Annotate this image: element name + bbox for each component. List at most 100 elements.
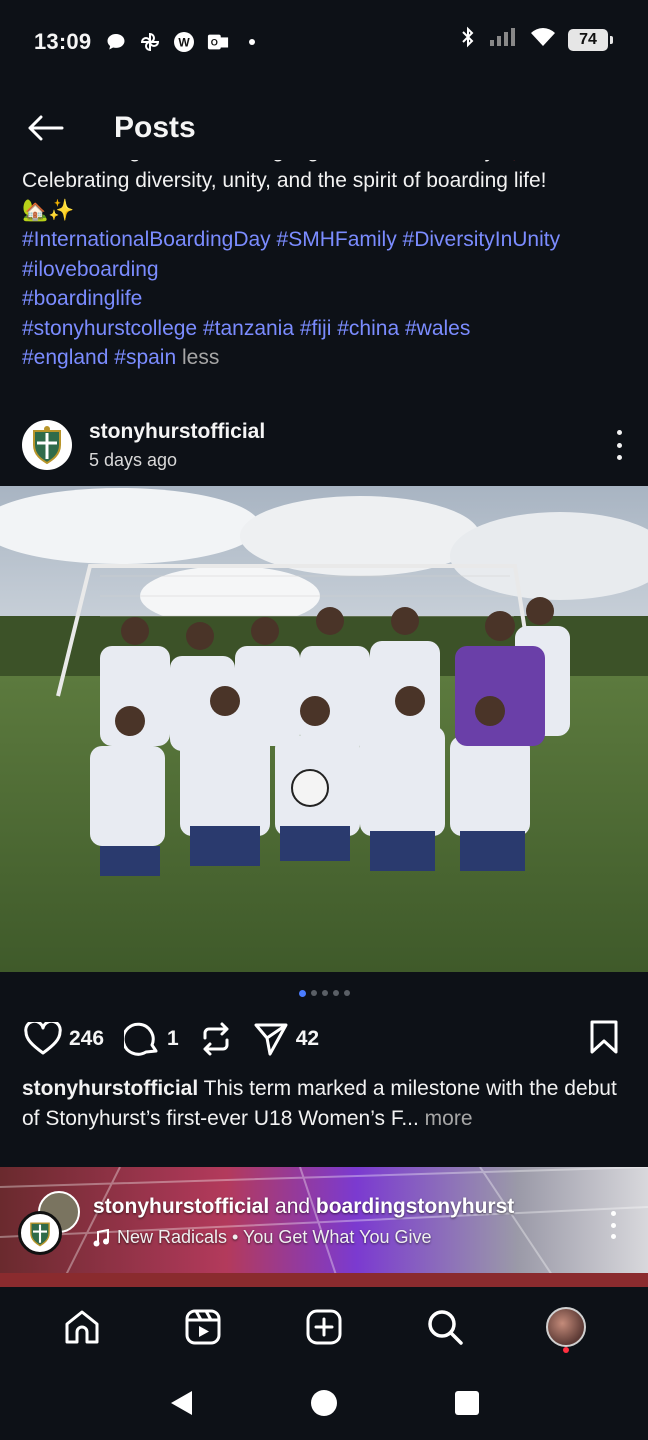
hashtag-link[interactable]: #SMHFamily (277, 228, 397, 251)
post-header: stonyhurstofficial 5 days ago (0, 412, 648, 478)
hashtag-link[interactable]: #iloveboarding (22, 258, 159, 281)
next-post-preview[interactable]: stonyhurstofficial and boardingstonyhurs… (0, 1167, 648, 1287)
top-app-bar: Posts (0, 96, 648, 160)
bluetooth-icon (460, 26, 476, 53)
hashtag-link[interactable]: #england (22, 346, 108, 369)
nav-create[interactable] (292, 1295, 356, 1359)
more-button[interactable]: more (419, 1107, 473, 1130)
system-home-button[interactable] (294, 1373, 354, 1433)
like-button[interactable]: 246 (24, 1022, 104, 1056)
dot (610, 1211, 616, 1216)
hashtag-link[interactable]: #fiji (300, 317, 332, 340)
caption-username[interactable]: stonyhurstofficial (22, 1077, 198, 1100)
bottom-navigation (0, 1288, 648, 1366)
comment-icon (124, 1022, 158, 1056)
bookmark-icon (590, 1020, 618, 1054)
home-icon (65, 1310, 99, 1344)
post-username[interactable]: stonyhurstofficial (89, 420, 265, 444)
previous-post-caption: Different flags, different languages, on… (22, 152, 622, 392)
arrow-left-icon (28, 115, 64, 141)
chat-bubble-icon (105, 31, 127, 53)
avatar[interactable] (18, 1211, 62, 1255)
send-icon (254, 1023, 288, 1056)
page-title: Posts (114, 111, 196, 144)
like-count: 246 (69, 1027, 105, 1050)
circle-home-icon (310, 1390, 337, 1416)
dot-icon (241, 31, 263, 53)
hashtag-link[interactable]: #DiversityInUnity (403, 228, 561, 251)
post-photo[interactable] (0, 486, 648, 972)
hashtag-link[interactable]: #wales (405, 317, 470, 340)
w-app-icon: W (173, 31, 195, 53)
hashtag-link[interactable]: #InternationalBoardingDay (22, 228, 271, 251)
song-title: New Radicals • You Get What You Give (117, 1227, 432, 1247)
signal-icon (488, 26, 518, 53)
audio-label[interactable]: New Radicals • You Get What You Give (93, 1227, 431, 1248)
caption-emoji: 🏡✨ (22, 198, 75, 222)
less-button[interactable]: less (182, 346, 219, 369)
next-post-users: stonyhurstofficial and boardingstonyhurs… (93, 1195, 515, 1218)
hashtag-link[interactable]: #tanzania (203, 317, 294, 340)
notification-dot (562, 1347, 569, 1353)
nav-reels[interactable] (171, 1295, 235, 1359)
nav-home[interactable] (50, 1295, 114, 1359)
share-count: 42 (295, 1027, 320, 1050)
post-meta: stonyhurstofficial 5 days ago (89, 420, 265, 471)
hashtag-link[interactable]: #boardinglife (22, 287, 142, 310)
system-navigation-bar (0, 1366, 648, 1440)
back-button[interactable] (0, 96, 90, 160)
battery-icon: 74 (568, 28, 613, 51)
carousel-dot-active (298, 990, 306, 997)
carousel-dot (321, 990, 328, 996)
team-photo-image (0, 486, 648, 972)
dot (616, 455, 622, 460)
system-back-button[interactable] (151, 1373, 211, 1433)
hashtag-link[interactable]: #china (337, 317, 399, 340)
heart-icon (24, 1022, 62, 1055)
svg-text:W: W (179, 36, 191, 50)
carousel-dot (310, 990, 317, 996)
reels-icon (185, 1309, 221, 1345)
wifi-icon (530, 26, 556, 53)
nav-profile[interactable] (534, 1295, 598, 1359)
collab-username[interactable]: stonyhurstofficial (93, 1195, 269, 1218)
status-notification-icons: W O (105, 31, 263, 53)
triangle-back-icon (171, 1391, 193, 1415)
comment-count: 1 (167, 1027, 179, 1050)
post-caption: stonyhurstofficial This term marked a mi… (22, 1074, 626, 1133)
collab-username[interactable]: boardingstonyhurst (316, 1195, 514, 1218)
school-crest-icon (33, 426, 61, 465)
more-options-button[interactable] (612, 430, 626, 460)
pinwheel-icon (139, 31, 161, 53)
profile-avatar (545, 1307, 586, 1347)
svg-text:O: O (211, 38, 218, 48)
next-post-header: stonyhurstofficial and boardingstonyhurs… (0, 1181, 648, 1255)
school-crest-icon (30, 1222, 50, 1247)
carousel-indicator (0, 990, 648, 997)
outlook-icon: O (207, 31, 229, 53)
dot (610, 1222, 616, 1228)
save-button[interactable] (588, 1019, 620, 1060)
dot (616, 430, 622, 435)
repost-button[interactable] (199, 1021, 233, 1057)
repost-icon (203, 1022, 229, 1056)
carousel-dot (332, 990, 339, 996)
search-icon (428, 1310, 463, 1345)
caption-text: Celebrating diversity, unity, and the sp… (22, 169, 547, 192)
more-options-button[interactable] (608, 1211, 618, 1239)
status-time: 13:09 (34, 29, 92, 54)
create-icon (306, 1309, 342, 1345)
post-timestamp: 5 days ago (89, 449, 178, 470)
hashtag-link[interactable]: #spain (114, 346, 176, 369)
hashtag-link[interactable]: #stonyhurstcollege (22, 317, 197, 340)
system-recents-button[interactable] (437, 1373, 497, 1433)
nav-search[interactable] (413, 1295, 477, 1359)
avatar[interactable] (22, 420, 72, 470)
music-note-icon (93, 1228, 109, 1246)
status-system-icons: 74 (460, 26, 613, 53)
square-recents-icon (454, 1391, 479, 1415)
comment-button[interactable]: 1 (124, 1021, 179, 1057)
share-button[interactable]: 42 (253, 1021, 319, 1057)
dot (610, 1234, 616, 1239)
status-bar: 13:09 W O 74 (0, 0, 648, 84)
